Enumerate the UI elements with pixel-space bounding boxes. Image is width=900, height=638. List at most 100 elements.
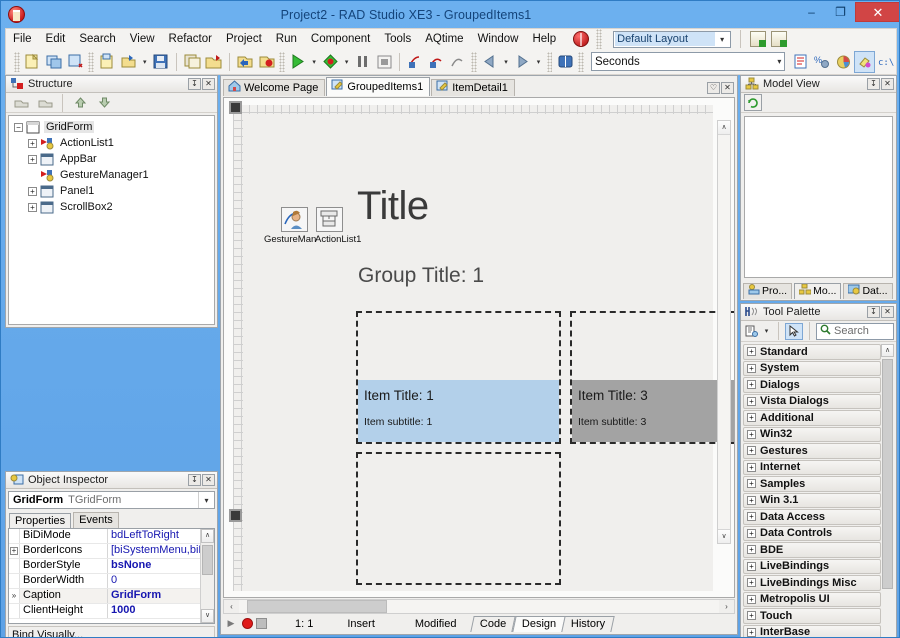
palette-category-interbase[interactable]: + InterBase xyxy=(743,624,881,637)
selection-handle-top-left[interactable] xyxy=(229,101,242,114)
chevron-down-icon[interactable]: ▾ xyxy=(309,51,319,73)
property-row[interactable]: + BorderIcons [biSystemMenu,biMinim xyxy=(9,544,214,559)
menu-tools[interactable]: Tools xyxy=(377,30,418,49)
gesture-manager-component[interactable] xyxy=(281,207,308,232)
tree-expander[interactable]: + xyxy=(28,154,37,164)
tree-expander[interactable]: + xyxy=(747,512,756,522)
property-value[interactable]: 0 xyxy=(108,574,214,588)
tile-item-3[interactable]: Item Title: 3 Item subtitle: 3 xyxy=(570,311,734,444)
tile-item-empty[interactable] xyxy=(356,452,561,585)
tree-expander[interactable]: + xyxy=(747,347,756,357)
move-down-icon[interactable] xyxy=(93,92,115,114)
bind-visually-link[interactable]: Bind Visually... xyxy=(8,626,215,637)
property-value[interactable]: [biSystemMenu,biMinim xyxy=(108,544,214,558)
menu-file[interactable]: File xyxy=(6,30,39,49)
minimize-button[interactable]: – xyxy=(797,2,826,22)
stop-icon[interactable] xyxy=(256,618,267,629)
tree-expander[interactable]: + xyxy=(747,413,756,423)
move-up-icon[interactable] xyxy=(69,92,91,114)
tree-expander[interactable]: + xyxy=(747,380,756,390)
collapse-all-icon[interactable] xyxy=(10,92,32,114)
panel-tab-model-view[interactable]: Mo... xyxy=(794,283,842,299)
back-icon[interactable] xyxy=(480,51,500,73)
palette-category-samples[interactable]: + Samples xyxy=(743,476,881,492)
menu-run[interactable]: Run xyxy=(269,30,304,49)
chevron-down-icon[interactable]: ▾ xyxy=(342,51,352,73)
scrollbar-thumb[interactable] xyxy=(202,545,213,575)
tree-expander[interactable]: + xyxy=(747,479,756,489)
property-row[interactable]: BiDiMode bdLeftToRight xyxy=(9,529,214,544)
help-icon[interactable] xyxy=(555,51,575,73)
tree-node-gesturemanager1[interactable]: GestureManager1 xyxy=(12,167,214,183)
mode-tab-code[interactable]: Code xyxy=(470,616,517,632)
chevron-down-icon[interactable]: ▾ xyxy=(198,492,214,508)
pin-icon[interactable]: ↧ xyxy=(188,78,201,90)
tree-expander[interactable]: + xyxy=(747,594,756,604)
pin-icon[interactable]: ↧ xyxy=(188,474,201,486)
palette-category-data-controls[interactable]: + Data Controls xyxy=(743,525,881,541)
save-all-icon[interactable] xyxy=(182,51,202,73)
tree-expander[interactable]: − xyxy=(14,122,23,132)
palette-category-data-access[interactable]: + Data Access xyxy=(743,509,881,525)
coverage-icon[interactable] xyxy=(833,51,853,73)
palette-category-dialogs[interactable]: + Dialogs xyxy=(743,377,881,393)
scrollbar-thumb[interactable] xyxy=(882,359,893,589)
properties-grid[interactable]: BiDiMode bdLeftToRight + BorderIcons [bi… xyxy=(8,528,215,624)
chevron-down-icon[interactable]: ▾ xyxy=(761,320,772,342)
scroll-up-icon[interactable]: ∧ xyxy=(718,121,730,135)
tree-expander[interactable]: + xyxy=(747,462,756,472)
structure-tree[interactable]: − GridForm + ActionList1 + AppBar Gestur… xyxy=(8,115,215,325)
tree-expander[interactable]: + xyxy=(747,627,756,637)
new-item-icon[interactable] xyxy=(23,51,43,73)
property-value[interactable]: bsNone xyxy=(108,559,214,573)
run-to-cursor-icon[interactable] xyxy=(448,51,468,73)
tree-expander[interactable]: + xyxy=(747,528,756,538)
menu-help[interactable]: Help xyxy=(525,30,563,49)
tree-expander[interactable]: + xyxy=(28,202,37,212)
scrollbar-thumb[interactable] xyxy=(247,600,387,613)
open-file-icon[interactable] xyxy=(97,51,117,73)
close-icon[interactable]: ✕ xyxy=(202,474,215,486)
tree-expander[interactable]: + xyxy=(747,495,756,505)
new-form-icon[interactable] xyxy=(44,51,64,73)
panel-tab-project-manager[interactable]: Pro... xyxy=(743,283,793,299)
tree-expander[interactable]: + xyxy=(747,611,756,621)
menu-search[interactable]: Search xyxy=(72,30,122,49)
palette-category-touch[interactable]: + Touch xyxy=(743,608,881,624)
scroll-up-icon[interactable]: ∧ xyxy=(201,529,214,543)
menu-refactor[interactable]: Refactor xyxy=(162,30,219,49)
scroll-left-icon[interactable]: ‹ xyxy=(224,600,239,613)
layout-combo[interactable]: Default Layout ▾ xyxy=(613,30,732,48)
menu-project[interactable]: Project xyxy=(219,30,269,49)
tool-palette-scrollbar[interactable]: ∧ ∨ xyxy=(881,344,894,637)
highlight-icon[interactable] xyxy=(854,50,875,73)
search-input[interactable]: Search xyxy=(816,322,894,340)
property-value[interactable]: 1000 xyxy=(108,604,214,618)
pointer-icon[interactable] xyxy=(785,322,803,340)
tree-expander[interactable]: + xyxy=(747,396,756,406)
run-icon[interactable] xyxy=(288,51,308,73)
step-over-icon[interactable] xyxy=(427,51,447,73)
property-row[interactable]: BorderWidth 0 xyxy=(9,574,214,589)
properties-scrollbar[interactable]: ∧ ∨ xyxy=(200,529,214,623)
play-icon[interactable]: ▶ xyxy=(223,618,239,629)
save-project-icon[interactable] xyxy=(203,51,223,73)
chevron-down-icon[interactable]: ▾ xyxy=(533,51,543,73)
scroll-up-icon[interactable]: ∧ xyxy=(881,344,894,357)
object-selector-combo[interactable]: GridForm TGridForm ▾ xyxy=(8,491,215,509)
forward-icon[interactable] xyxy=(512,51,532,73)
close-icon[interactable]: ✕ xyxy=(202,78,215,90)
form-title-label[interactable]: Title xyxy=(357,184,429,229)
tree-expander[interactable]: + xyxy=(28,186,37,196)
expand-all-icon[interactable] xyxy=(34,92,56,114)
tree-expander[interactable]: + xyxy=(747,446,756,456)
menu-aqtime[interactable]: AQtime xyxy=(418,30,470,49)
refresh-icon[interactable] xyxy=(744,94,762,111)
palette-category-vista-dialogs[interactable]: + Vista Dialogs xyxy=(743,393,881,409)
scroll-right-icon[interactable]: › xyxy=(719,600,734,613)
record-icon[interactable] xyxy=(242,618,253,629)
menu-window[interactable]: Window xyxy=(471,30,526,49)
tab-events[interactable]: Events xyxy=(73,512,119,528)
palette-category-gestures[interactable]: + Gestures xyxy=(743,443,881,459)
save-icon[interactable] xyxy=(151,51,171,73)
